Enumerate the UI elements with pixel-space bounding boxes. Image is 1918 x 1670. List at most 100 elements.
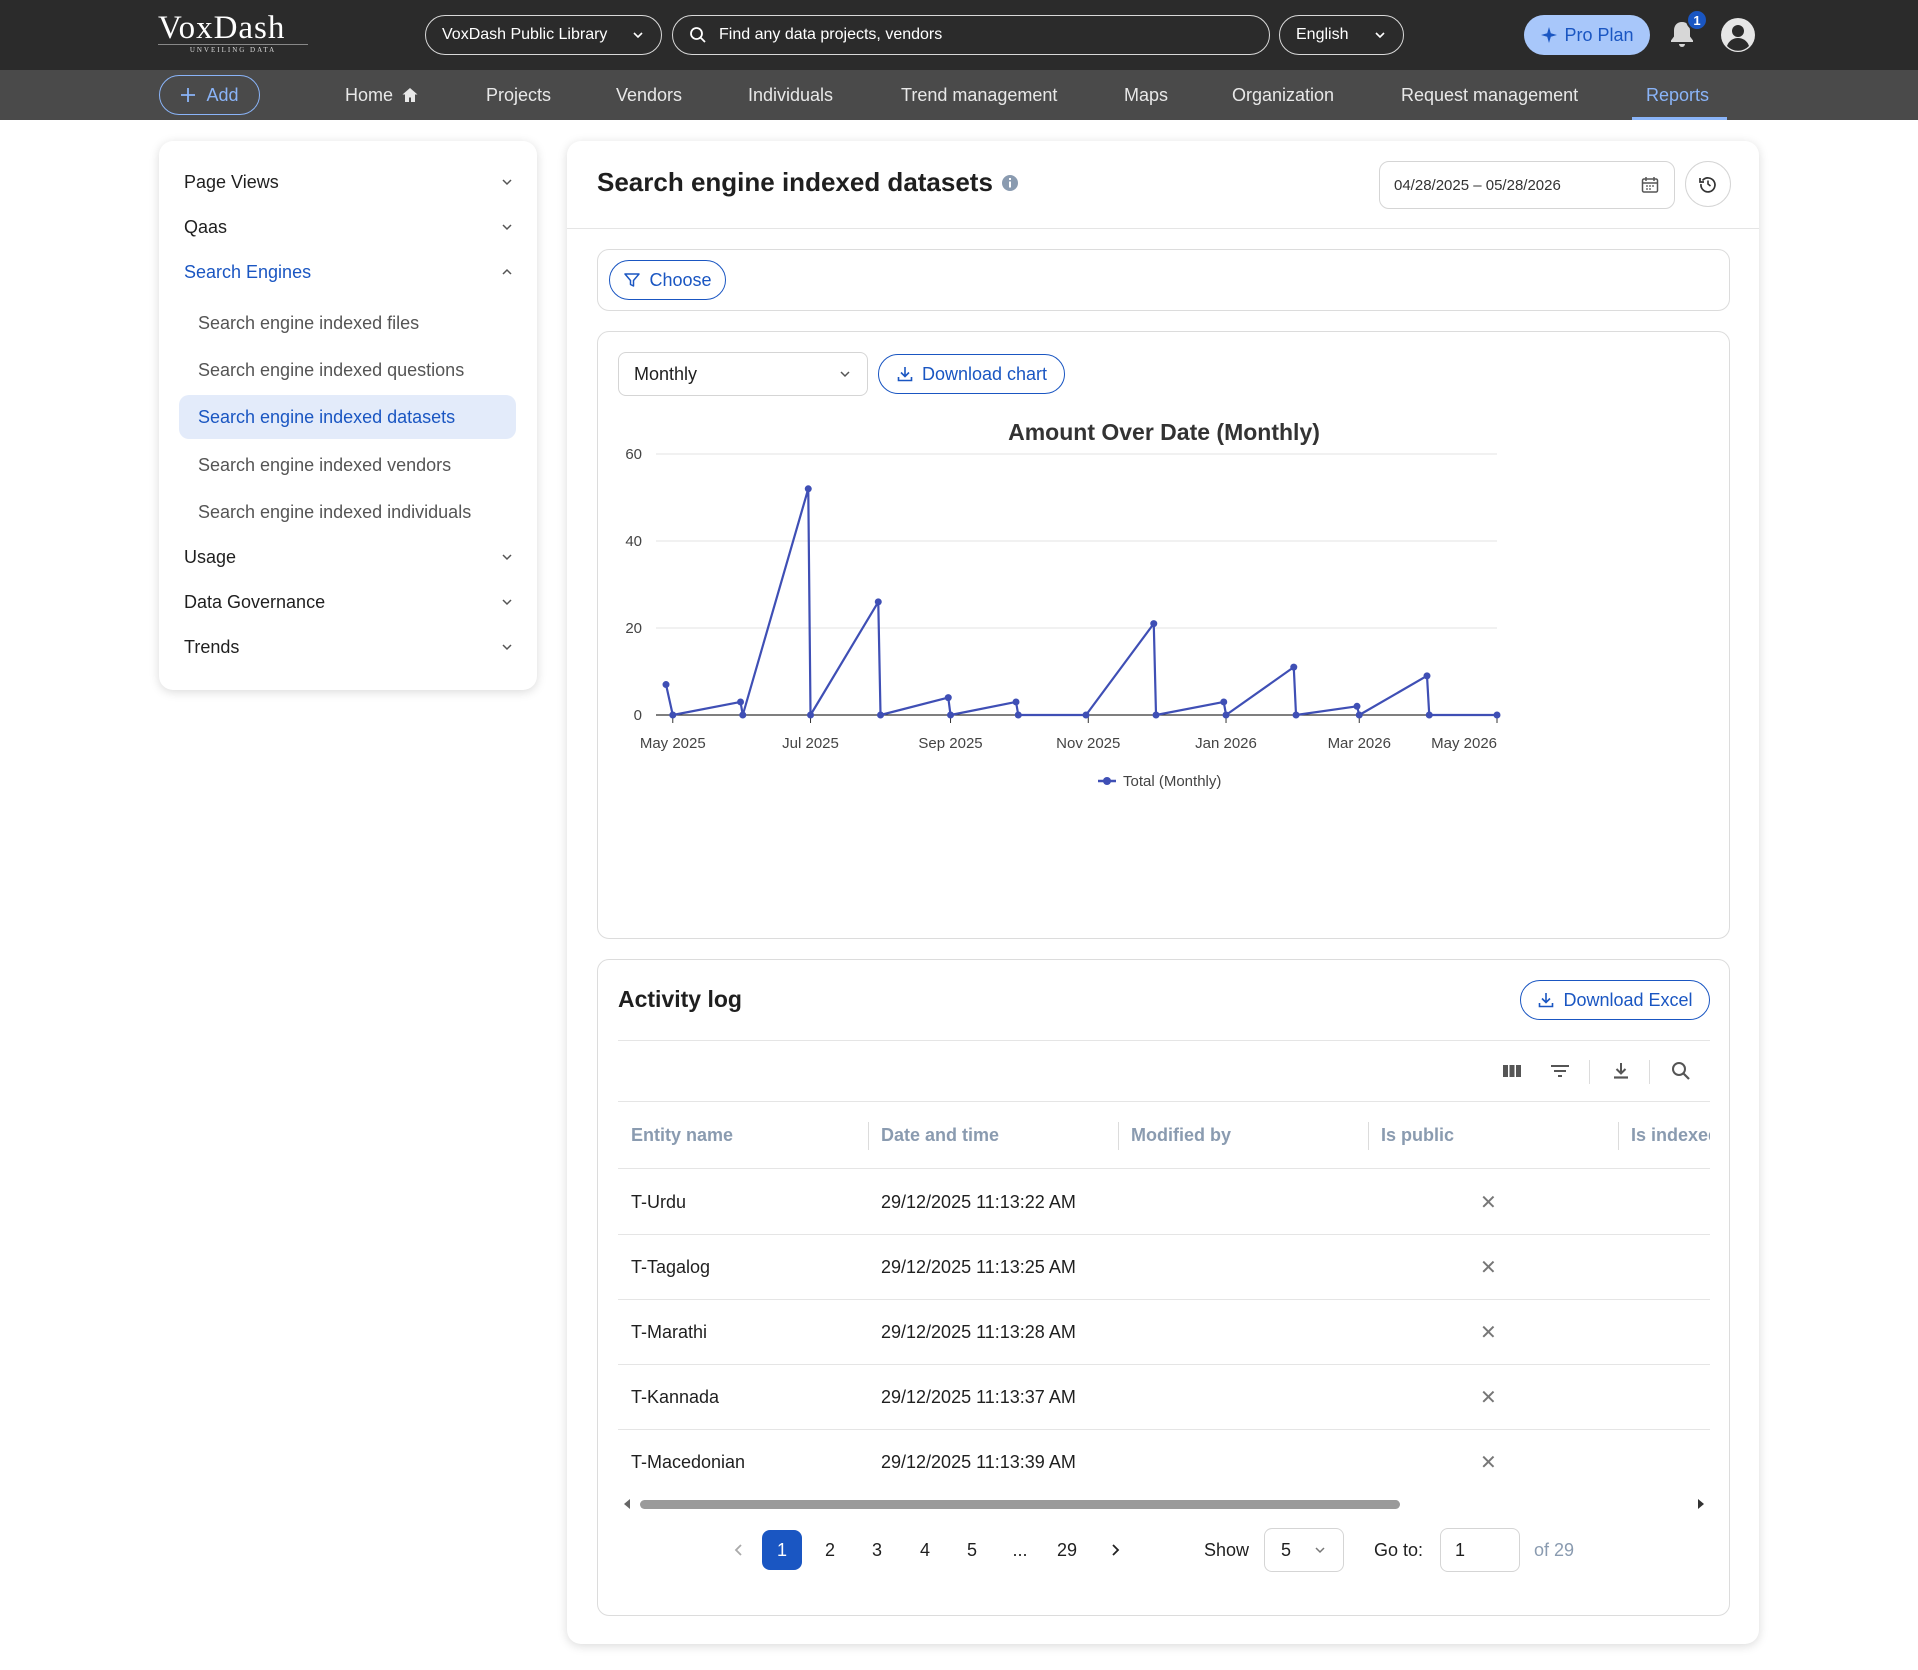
sidebar-group-usage[interactable]: Usage [184, 537, 514, 577]
table-row[interactable]: T-Kannada 29/12/2025 11:13:37 AM ✕ [618, 1365, 1710, 1430]
page-title-text: Search engine indexed datasets [597, 167, 993, 197]
choose-filter-button[interactable]: Choose [609, 260, 726, 300]
nav-reports[interactable]: Reports [1646, 70, 1709, 120]
account-icon[interactable] [1720, 17, 1756, 53]
table-row[interactable]: T-Tagalog 29/12/2025 11:13:25 AM ✕ [618, 1235, 1710, 1300]
chart-title: Amount Over Date (Monthly) [1008, 419, 1320, 445]
page-button[interactable]: 1 [762, 1530, 802, 1570]
sidebar-group-qaas[interactable]: Qaas [184, 207, 514, 247]
page-button[interactable]: 4 [905, 1530, 945, 1570]
download-chart-button[interactable]: Download chart [878, 354, 1065, 394]
language-select[interactable]: English [1279, 15, 1404, 55]
y-axis: 0 20 40 60 [625, 446, 642, 724]
page-title: Search engine indexed datasets [597, 167, 1019, 198]
chevron-down-icon [1375, 32, 1385, 39]
page-button[interactable]: 29 [1047, 1530, 1087, 1570]
data-point [1152, 711, 1160, 719]
sidebar-group-label: Qaas [184, 216, 228, 237]
column-header-is-indexed[interactable]: Is indexed [1618, 1102, 1710, 1168]
cell-entity: T-Macedonian [631, 1451, 746, 1472]
export-icon[interactable] [1608, 1058, 1634, 1084]
page-button[interactable]: 3 [857, 1530, 897, 1570]
y-tick-label: 20 [625, 620, 642, 637]
date-range-value: 04/28/2025 – 05/28/2026 [1394, 176, 1561, 194]
report-header: Search engine indexed datasets 04/28/202… [567, 141, 1759, 229]
x-tick-label: Sep 2025 [918, 735, 982, 752]
scrollbar-thumb[interactable] [640, 1500, 1400, 1509]
columns-icon[interactable] [1499, 1058, 1525, 1084]
sidebar-group-trends[interactable]: Trends [184, 627, 514, 667]
table-row[interactable]: T-Urdu 29/12/2025 11:13:22 AM ✕ [618, 1170, 1710, 1235]
nav-maps[interactable]: Maps [1124, 70, 1168, 120]
sidebar-group-page-views[interactable]: Page Views [184, 162, 514, 202]
data-point [739, 711, 747, 719]
sidebar-item-indexed-questions[interactable]: Search engine indexed questions [179, 348, 516, 392]
scroll-right-arrow[interactable] [1696, 1498, 1706, 1510]
page-size-select[interactable]: 5 [1264, 1528, 1344, 1572]
sidebar-group-label: Page Views [184, 171, 279, 192]
sidebar-group-search-engines[interactable]: Search Engines [184, 252, 514, 292]
data-point [737, 698, 745, 706]
pro-plan-button[interactable]: Pro Plan [1524, 15, 1650, 55]
nav-request-management[interactable]: Request management [1401, 70, 1578, 120]
brand-name: VoxDash [158, 10, 286, 46]
search-icon[interactable] [1668, 1058, 1694, 1084]
filter-icon [624, 273, 641, 287]
next-page-button[interactable] [1095, 1530, 1135, 1570]
brand-logo[interactable]: VoxDash UNVEILING DATA [158, 10, 308, 54]
data-point [1222, 711, 1230, 719]
column-header-date[interactable]: Date and time [868, 1102, 1118, 1168]
nav-home[interactable]: Home [345, 70, 419, 120]
cell-entity: T-Kannada [631, 1386, 720, 1407]
horizontal-scrollbar[interactable] [618, 1496, 1710, 1512]
column-header-entity[interactable]: Entity name [618, 1102, 868, 1168]
cell-date: 29/12/2025 11:13:28 AM [881, 1321, 1076, 1342]
nav-projects[interactable]: Projects [486, 70, 551, 120]
nav-individuals[interactable]: Individuals [748, 70, 833, 120]
sidebar-group-data-governance[interactable]: Data Governance [184, 582, 514, 622]
line-chart: Amount Over Date (Monthly) 0 20 40 60 May 2… [625, 419, 1501, 790]
notification-badge: 1 [1686, 9, 1708, 31]
nav-organization[interactable]: Organization [1232, 70, 1334, 120]
sidebar-item-indexed-individuals[interactable]: Search engine indexed individuals [179, 490, 516, 534]
global-search-input[interactable]: Find any data projects, vendors [672, 15, 1270, 55]
data-point [669, 711, 677, 719]
filter-lines-icon[interactable] [1547, 1058, 1573, 1084]
reset-button[interactable] [1685, 161, 1731, 207]
prev-page-button[interactable] [719, 1530, 759, 1570]
nav-trend-management[interactable]: Trend management [901, 70, 1057, 120]
x-tick-label: Mar 2026 [1328, 735, 1391, 752]
sidebar-group-label: Usage [184, 546, 237, 567]
sidebar-item-indexed-files[interactable]: Search engine indexed files [179, 301, 516, 345]
library-select[interactable]: VoxDash Public Library [425, 15, 662, 55]
column-header-is-public[interactable]: Is public [1368, 1102, 1618, 1168]
page-button[interactable]: 2 [810, 1530, 850, 1570]
info-icon[interactable] [1001, 174, 1019, 192]
date-range-picker[interactable]: 04/28/2025 – 05/28/2026 [1379, 161, 1675, 209]
data-point [807, 711, 815, 719]
table-row[interactable]: T-Marathi 29/12/2025 11:13:28 AM ✕ [618, 1300, 1710, 1365]
chart-legend[interactable]: Total (Monthly) [1098, 773, 1221, 790]
nav-vendors[interactable]: Vendors [616, 70, 682, 120]
column-header-modified-by[interactable]: Modified by [1118, 1102, 1368, 1168]
data-point [662, 681, 670, 689]
data-point [1292, 711, 1300, 719]
table-row[interactable]: T-Macedonian 29/12/2025 11:13:39 AM ✕ [618, 1430, 1710, 1495]
plus-icon [181, 88, 196, 102]
page-button[interactable]: 5 [952, 1530, 992, 1570]
download-excel-button[interactable]: Download Excel [1520, 980, 1710, 1020]
divider [618, 1040, 1710, 1041]
close-icon: ✕ [1480, 1321, 1497, 1344]
period-select[interactable]: Monthly [618, 352, 868, 396]
sidebar-item-indexed-vendors[interactable]: Search engine indexed vendors [179, 443, 516, 487]
nav-home-label: Home [345, 84, 394, 105]
add-button[interactable]: Add [159, 75, 260, 115]
report-panel: Search engine indexed datasets 04/28/202… [567, 141, 1759, 1644]
close-icon: ✕ [1480, 1191, 1497, 1214]
sidebar-item-indexed-datasets[interactable]: Search engine indexed datasets [179, 395, 516, 439]
legend-label: Total (Monthly) [1123, 773, 1221, 790]
chevron-right-icon [1112, 1544, 1120, 1556]
goto-page-input[interactable]: 1 [1440, 1528, 1520, 1572]
scroll-left-arrow[interactable] [622, 1498, 632, 1510]
calendar-icon [1641, 177, 1659, 193]
